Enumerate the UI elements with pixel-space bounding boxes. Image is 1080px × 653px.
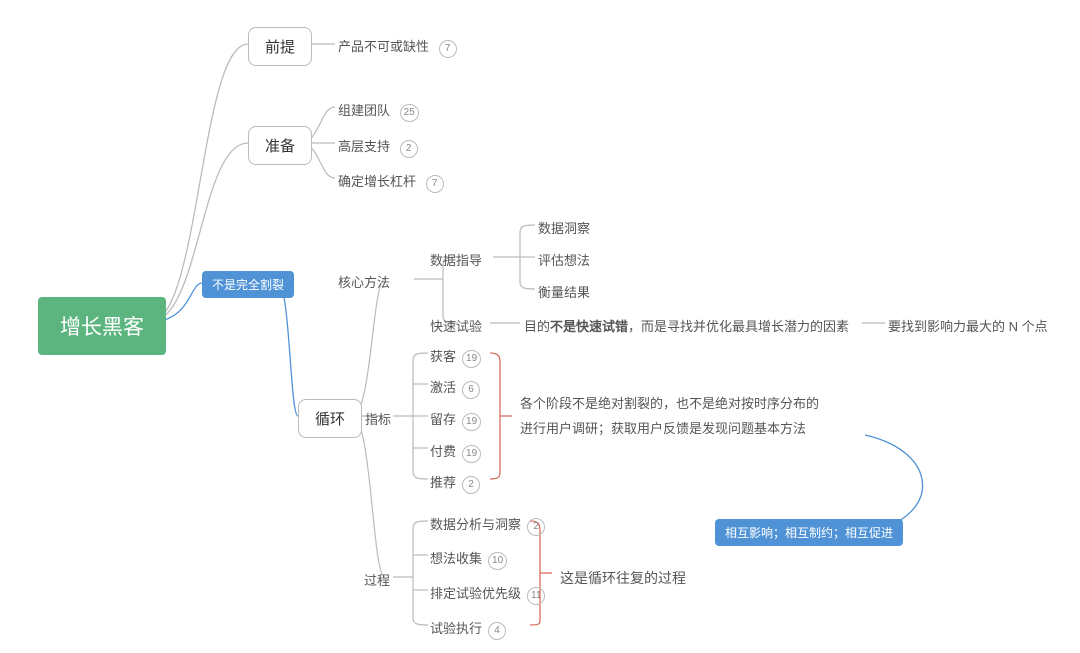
- leaf-dd-1[interactable]: 评估想法: [538, 250, 590, 269]
- leaf-proc-1[interactable]: 想法收集10: [430, 548, 507, 570]
- node-prepare-label: 准备: [265, 138, 295, 155]
- count-badge: 11: [527, 587, 545, 605]
- node-fast-test[interactable]: 快速试验: [430, 316, 482, 335]
- count-badge: 19: [462, 350, 481, 368]
- count-badge: 2: [527, 518, 545, 536]
- root-label: 增长黑客: [60, 316, 144, 339]
- count-badge: 19: [462, 445, 481, 463]
- edge-note-loop[interactable]: 不是完全割裂: [202, 271, 294, 298]
- leaf-metric-4[interactable]: 推荐2: [430, 472, 480, 494]
- node-prepare[interactable]: 准备: [248, 126, 312, 165]
- metrics-group-tag[interactable]: 相互影响；相互制约；相互促进: [715, 519, 903, 546]
- mindmap-canvas: 增长黑客 前提 产品不可或缺性 7 准备 组建团队 25 高层支持 2 确定增长…: [0, 0, 1080, 653]
- node-loop-label: 循环: [315, 411, 345, 428]
- process-group-note: 这是循环往复的过程: [560, 565, 686, 592]
- leaf-prepare-1[interactable]: 高层支持 2: [338, 136, 418, 158]
- count-badge: 10: [488, 552, 507, 570]
- count-badge: 2: [400, 140, 418, 158]
- leaf-proc-0[interactable]: 数据分析与洞察2: [430, 514, 545, 536]
- leaf-metric-1[interactable]: 激活6: [430, 377, 480, 399]
- leaf-fast-test-detail[interactable]: 目的不是快速试错，而是寻找并优化最具增长潜力的因素: [524, 316, 849, 335]
- count-badge: 25: [400, 104, 419, 122]
- leaf-metric-2[interactable]: 留存19: [430, 409, 481, 431]
- leaf-metric-0[interactable]: 获客19: [430, 346, 481, 368]
- count-badge: 7: [426, 175, 444, 193]
- leaf-premise-0[interactable]: 产品不可或缺性 7: [338, 36, 457, 58]
- leaf-dd-0[interactable]: 数据洞察: [538, 218, 590, 237]
- leaf-proc-3[interactable]: 试验执行4: [430, 618, 506, 640]
- leaf-fast-test-right[interactable]: 要找到影响力最大的 N 个点: [888, 316, 1048, 335]
- count-badge: 7: [439, 40, 457, 58]
- node-premise-label: 前提: [265, 39, 295, 56]
- node-premise[interactable]: 前提: [248, 27, 312, 66]
- count-badge: 19: [462, 413, 481, 431]
- metrics-group-note: 各个阶段不是绝对割裂的，也不是绝对按时序分布的 进行用户调研；获取用户反馈是发现…: [520, 392, 819, 441]
- leaf-metric-3[interactable]: 付费19: [430, 441, 481, 463]
- leaf-proc-2[interactable]: 排定试验优先级11: [430, 583, 545, 605]
- node-metrics[interactable]: 指标: [365, 409, 391, 428]
- leaf-prepare-2[interactable]: 确定增长杠杆 7: [338, 171, 444, 193]
- node-loop[interactable]: 循环: [298, 399, 362, 438]
- count-badge: 4: [488, 622, 506, 640]
- node-process[interactable]: 过程: [364, 570, 390, 589]
- leaf-prepare-0[interactable]: 组建团队 25: [338, 100, 419, 122]
- node-data-driven[interactable]: 数据指导: [430, 250, 482, 269]
- root-node[interactable]: 增长黑客: [38, 297, 166, 355]
- leaf-dd-2[interactable]: 衡量结果: [538, 282, 590, 301]
- count-badge: 6: [462, 381, 480, 399]
- count-badge: 2: [462, 476, 480, 494]
- node-core-method[interactable]: 核心方法: [338, 272, 390, 291]
